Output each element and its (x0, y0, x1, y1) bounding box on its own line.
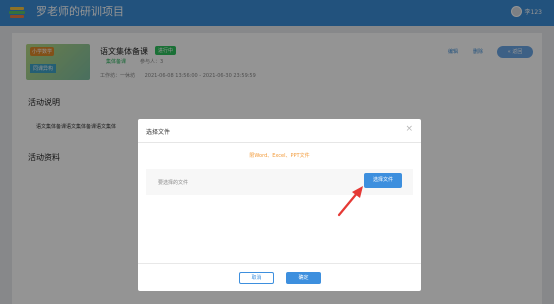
confirm-button[interactable]: 确定 (286, 272, 321, 284)
choose-file-button[interactable]: 选择文件 (364, 173, 402, 188)
dialog-header: 选择文件 × (138, 119, 421, 143)
dialog-title: 选择文件 (146, 129, 171, 136)
annotation-arrow-icon (337, 186, 363, 217)
file-label: 要选择的文件 (158, 180, 189, 186)
cancel-button[interactable]: 取消 (239, 272, 274, 284)
close-icon[interactable]: × (405, 125, 413, 134)
dialog-divider (138, 263, 421, 264)
file-type-hint: 限Word、Excel、PPT文件 (249, 153, 310, 159)
select-file-dialog: 选择文件 × 限Word、Excel、PPT文件 要选择的文件 取消 确定 (138, 119, 421, 291)
